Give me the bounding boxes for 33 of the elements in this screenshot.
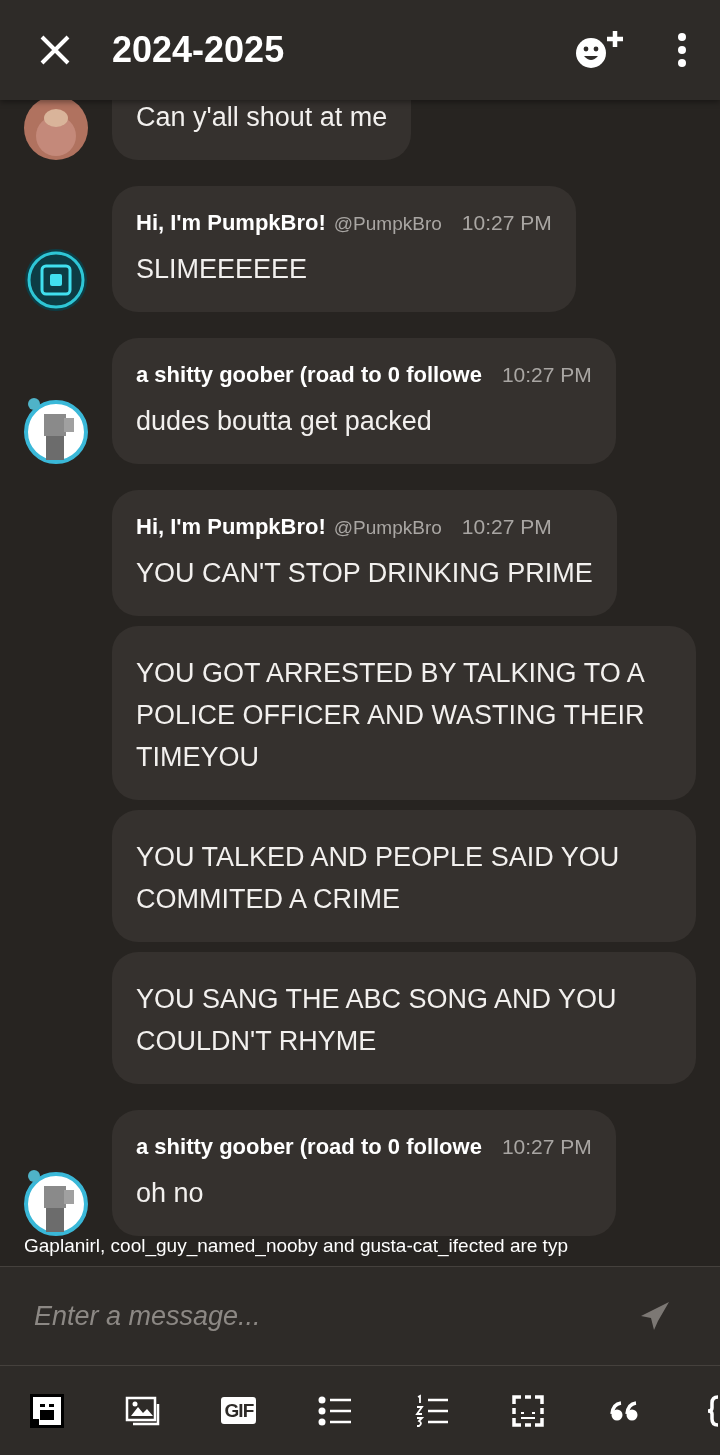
message-text: YOU CAN'T STOP DRINKING PRIME bbox=[136, 557, 593, 590]
typing-indicator: Gaplanirl, cool_guy_named_nooby and gusta-cat_ifected are typ bbox=[24, 1233, 568, 1259]
message-text: dudes boutta get packed bbox=[136, 405, 433, 438]
spoiler-icon[interactable] bbox=[510, 1393, 547, 1428]
author-name: Hi, I'm PumpkBro! bbox=[136, 516, 326, 538]
send-icon[interactable] bbox=[640, 1301, 670, 1331]
avatar bbox=[24, 100, 88, 160]
close-icon[interactable] bbox=[38, 33, 72, 67]
numbered-list-icon[interactable] bbox=[413, 1393, 450, 1428]
author-handle: @PumpkBro bbox=[333, 518, 442, 537]
add-emoji-icon[interactable] bbox=[575, 29, 625, 71]
timestamp: 10:27 PM bbox=[461, 516, 552, 537]
avatar bbox=[22, 396, 90, 464]
author-name: a shitty goober (road to 0 followe bbox=[136, 364, 482, 386]
message-text: Can y'all shout at me bbox=[136, 101, 388, 134]
author-handle: @PumpkBro bbox=[333, 214, 442, 233]
message-text: YOU TALKED AND PEOPLE SAID YOU COMMITED A CRIME bbox=[136, 841, 621, 916]
message-text: YOU SANG THE ABC SONG AND YOU COULDN'T RHYME bbox=[136, 983, 618, 1058]
gif-button[interactable]: GIF bbox=[221, 1397, 257, 1424]
sticker-icon[interactable] bbox=[30, 1393, 64, 1428]
avatar bbox=[24, 248, 88, 312]
author-name: a shitty goober (road to 0 followe bbox=[136, 1136, 482, 1158]
message-text: oh no bbox=[136, 1177, 205, 1210]
window-title: 2024-2025 bbox=[112, 28, 286, 72]
author-name: Hi, I'm PumpkBro! bbox=[136, 212, 326, 234]
message-text: YOU GOT ARRESTED BY TALKING TO A POLICE OFFICER AND WASTING THEIR TIMEYOU bbox=[136, 657, 646, 774]
timestamp: 10:27 PM bbox=[501, 1136, 592, 1157]
avatar bbox=[22, 1168, 90, 1236]
timestamp: 10:27 PM bbox=[461, 212, 552, 233]
message-text: SLIMEEEEEE bbox=[136, 253, 309, 286]
more-options-icon[interactable] bbox=[677, 33, 687, 67]
timestamp: 10:27 PM bbox=[501, 364, 592, 385]
message-input[interactable]: Enter a message... bbox=[0, 1266, 720, 1366]
